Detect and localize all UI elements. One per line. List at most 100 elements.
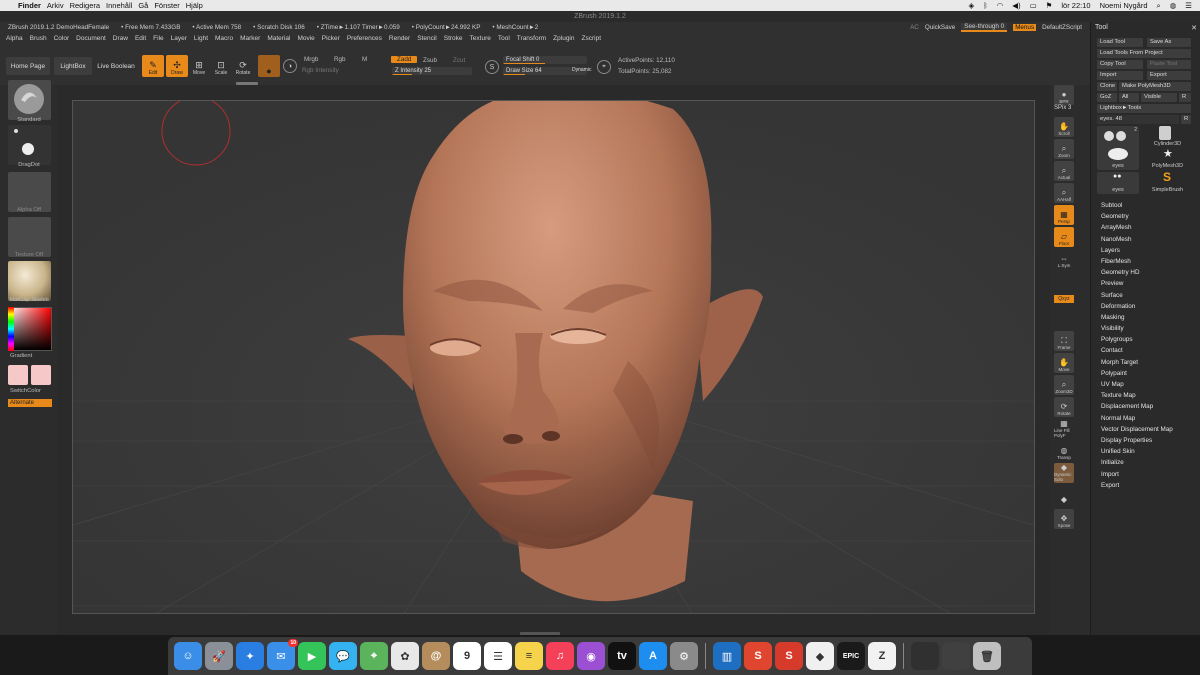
brush-selector[interactable]: [8, 80, 51, 120]
tool-palette-title[interactable]: Tool: [1095, 24, 1108, 31]
menubar-item-redigera[interactable]: Redigera: [70, 1, 106, 10]
zadd-button[interactable]: Zadd: [391, 56, 418, 63]
menu-material[interactable]: Material: [267, 35, 297, 42]
zcut-button[interactable]: Zcut: [453, 57, 465, 64]
bpr-button[interactable]: ● BPR: [1054, 85, 1074, 105]
color-picker[interactable]: [8, 307, 52, 351]
subpalette-unified-skin[interactable]: Unified Skin: [1101, 446, 1173, 457]
rgb-button[interactable]: Rgb: [334, 56, 346, 63]
dock-music-icon[interactable]: ♫: [546, 642, 574, 670]
transp-button[interactable]: ◍ Transp: [1054, 441, 1074, 461]
actual-button[interactable]: ⌕ Actual: [1054, 161, 1074, 181]
subpalette-polygroups[interactable]: Polygroups: [1101, 334, 1173, 345]
scale-tool-button[interactable]: ⊡ Scale: [210, 55, 232, 77]
subpalette-geometry[interactable]: Geometry: [1101, 211, 1173, 222]
dock-mail-icon[interactable]: ✉ 10: [267, 639, 298, 670]
subpalette-deformation[interactable]: Deformation: [1101, 301, 1173, 312]
menubar-item-ga[interactable]: Gå: [138, 1, 154, 10]
subpalette-preview[interactable]: Preview: [1101, 278, 1173, 289]
home-page-button[interactable]: Home Page: [6, 57, 50, 75]
dock-launchpad-icon[interactable]: 🚀: [205, 642, 233, 670]
subpalette-surface[interactable]: Surface: [1101, 290, 1173, 301]
dock-podcasts-icon[interactable]: ◉: [577, 642, 605, 670]
move-tool-button[interactable]: ⊞ Move: [188, 55, 210, 77]
solo-button[interactable]: ◆ Dynamic Solo: [1054, 463, 1074, 483]
solo2-button[interactable]: ◆: [1054, 485, 1074, 505]
clone-button[interactable]: Clone: [1097, 82, 1117, 91]
stroke-mode-icon[interactable]: S: [485, 60, 499, 74]
volume-icon[interactable]: ◀): [1012, 1, 1020, 10]
menubar-app-name[interactable]: Finder: [18, 1, 47, 10]
hue-strip[interactable]: [8, 307, 14, 351]
subpalette-masking[interactable]: Masking: [1101, 312, 1173, 323]
subpalette-subtool[interactable]: Subtool: [1101, 200, 1173, 211]
menu-edit[interactable]: Edit: [135, 35, 153, 42]
menu-preferences[interactable]: Preferences: [347, 35, 389, 42]
menu-marker[interactable]: Marker: [240, 35, 267, 42]
dock-reminders-icon[interactable]: ☰: [484, 642, 512, 670]
bluetooth-icon[interactable]: ᛒ: [983, 1, 988, 10]
menubar-item-hjalp[interactable]: Hjälp: [186, 1, 209, 10]
lsym-button[interactable]: ⇔ L.Sym: [1054, 249, 1074, 269]
subpalette-display-properties[interactable]: Display Properties: [1101, 435, 1173, 446]
subpalette-polypaint[interactable]: Polypaint: [1101, 368, 1173, 379]
dock-messages-icon[interactable]: 💬: [329, 642, 357, 670]
stroke-selector[interactable]: [8, 125, 51, 165]
zsub-button[interactable]: Zsub: [423, 57, 437, 64]
paste-tool-button[interactable]: Paste Tool: [1147, 60, 1191, 69]
goz-button[interactable]: GoZ: [1097, 93, 1117, 102]
dropbox-icon[interactable]: ◈: [968, 1, 974, 10]
qxyz-button[interactable]: Qxyz: [1054, 295, 1074, 303]
texture-selector[interactable]: [8, 217, 51, 257]
dock-epic-games-icon[interactable]: EPIC: [837, 642, 865, 670]
menubar-clock[interactable]: lör 22:10: [1061, 1, 1090, 10]
mrgb-button[interactable]: Mrgb: [304, 56, 318, 63]
tool-thumb-simplebrush[interactable]: S SimpleBrush: [1143, 170, 1192, 194]
canvas-viewport[interactable]: [72, 100, 1035, 614]
lightbox-button[interactable]: LightBox: [54, 57, 92, 75]
zoom3d-button[interactable]: ⌕ Zoom3D: [1054, 375, 1074, 395]
main-color-swatch[interactable]: [8, 365, 28, 385]
menu-zplugin[interactable]: Zplugin: [553, 35, 581, 42]
close-icon[interactable]: ✕: [1191, 24, 1200, 32]
import-button[interactable]: Import: [1097, 71, 1143, 80]
tool-thumb-cylinder3d[interactable]: Cylinder3D: [1143, 126, 1192, 148]
menu-color[interactable]: Color: [54, 35, 77, 42]
goz-r-button[interactable]: R: [1179, 93, 1191, 102]
zoom-button[interactable]: ⌕ Zoom: [1054, 139, 1074, 159]
subpalette-visibility[interactable]: Visibility: [1101, 323, 1173, 334]
menubar-item-fonster[interactable]: Fönster: [154, 1, 185, 10]
subpalette-normal-map[interactable]: Normal Map: [1101, 413, 1173, 424]
dock-trash-icon[interactable]: 🗑: [973, 642, 1001, 670]
menu-layer[interactable]: Layer: [171, 35, 194, 42]
dock-notes-icon[interactable]: ≡: [515, 642, 543, 670]
subpalette-texture-map[interactable]: Texture Map: [1101, 390, 1173, 401]
subpalette-displacement-map[interactable]: Displacement Map: [1101, 401, 1173, 412]
dock-maps-icon[interactable]: ⌖: [360, 642, 388, 670]
subpalette-arraymesh[interactable]: ArrayMesh: [1101, 222, 1173, 233]
menu-document[interactable]: Document: [76, 35, 113, 42]
dock-affinity-icon[interactable]: ◆: [806, 642, 834, 670]
menu-picker[interactable]: Picker: [322, 35, 347, 42]
z-intensity-slider[interactable]: Z Intensity 25: [392, 67, 472, 75]
menu-zscript[interactable]: Zscript: [582, 35, 609, 42]
subpalette-geometry-hd[interactable]: Geometry HD: [1101, 267, 1173, 278]
m-button[interactable]: M: [362, 56, 367, 63]
menu-texture[interactable]: Texture: [470, 35, 498, 42]
subpalette-export[interactable]: Export: [1101, 480, 1173, 491]
xpose-button[interactable]: ✥ Xpose: [1054, 509, 1074, 529]
material-selector[interactable]: [8, 261, 51, 301]
menu-tool[interactable]: Tool: [498, 35, 517, 42]
tool-thumb-eyes-2[interactable]: ●● eyes: [1097, 172, 1139, 194]
menu-alpha[interactable]: Alpha: [6, 35, 30, 42]
menu-macro[interactable]: Macro: [215, 35, 240, 42]
subpalette-nanomesh[interactable]: NanoMesh: [1101, 234, 1173, 245]
battery-icon[interactable]: ▭: [1030, 1, 1037, 10]
dynamic-toggle[interactable]: Dynamic: [572, 67, 591, 73]
siri-icon[interactable]: ◍: [1170, 1, 1177, 10]
menu-light[interactable]: Light: [194, 35, 215, 42]
quicksave-button[interactable]: QuickSave: [925, 24, 955, 31]
dock-app-store-icon[interactable]: A: [639, 642, 667, 670]
rotate-tool-button[interactable]: ⟳ Rotate: [232, 55, 254, 77]
projection-icon[interactable]: ⌖: [597, 60, 611, 74]
